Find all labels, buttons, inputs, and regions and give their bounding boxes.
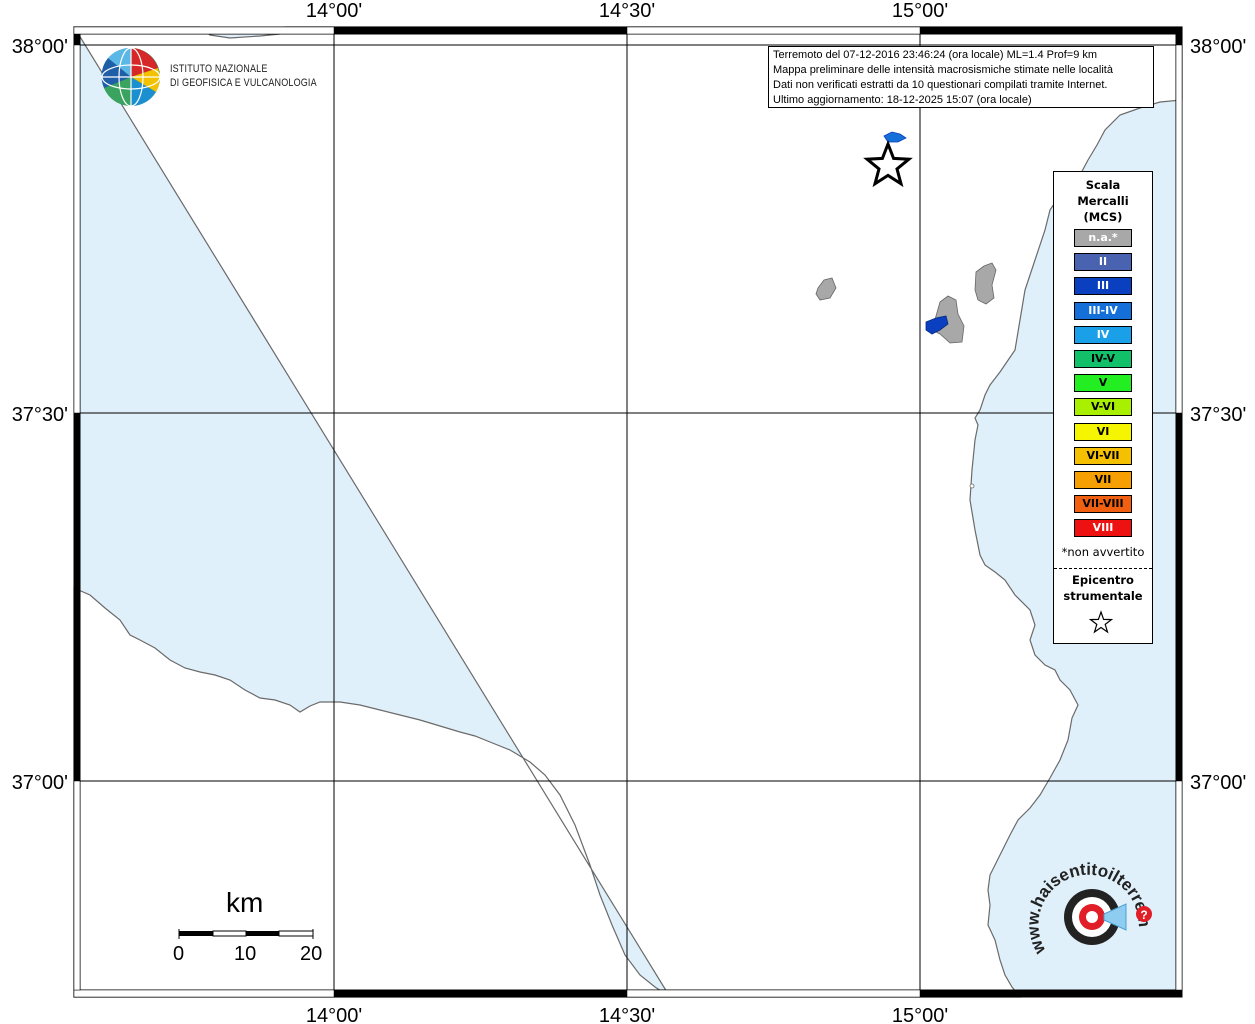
ingv-globe-icon <box>101 47 161 107</box>
scale-bar-label-20: 20 <box>300 943 323 965</box>
lat-label-left-2: 37°30' <box>12 404 68 426</box>
lat-label-right-3: 37°00' <box>1190 772 1246 794</box>
legend-swatch-vii: VII <box>1074 471 1132 489</box>
legend-swatch-iii: III <box>1074 277 1132 296</box>
svg-text:?: ? <box>1140 908 1147 922</box>
lon-label-bottom-3: 15°00' <box>892 1005 948 1024</box>
intensity-legend: Scala Mercalli (MCS) n.a.* II III III-IV IV I… <box>1053 171 1153 644</box>
legend-swatch-ivv: IV-V <box>1074 350 1132 368</box>
legend-swatch-iv: IV <box>1074 325 1132 344</box>
lat-label-left-3: 37°00' <box>12 772 68 794</box>
lat-label-right-1: 38°00' <box>1190 36 1246 58</box>
legend-swatch-vivii: VI-VII <box>1074 446 1132 465</box>
event-info-line3: Dati non verificati estratti da 10 quest… <box>773 79 1108 91</box>
lat-label-left-1: 38°00' <box>12 36 68 58</box>
lon-label-top-2: 14°30' <box>599 0 655 22</box>
lon-label-bottom-2: 14°30' <box>599 1005 655 1024</box>
scale-bar: km 0 10 20 <box>170 885 330 975</box>
legend-swatch-vvi: V-VI <box>1074 398 1132 417</box>
scale-bar-label-0: 0 <box>173 943 185 965</box>
ingv-name-line2: DI GEOFISICA E VULCANOLOGIA <box>170 77 317 89</box>
lon-label-top-1: 14°00' <box>306 0 362 22</box>
legend-swatch-vi: VI <box>1074 422 1132 441</box>
event-info-box: Terremoto del 07-12-2016 23:46:24 (ora l… <box>768 46 1154 108</box>
legend-title-line1: Scala <box>1085 178 1121 192</box>
scale-bar-label-10: 10 <box>234 943 257 965</box>
event-info-line1: Terremoto del 07-12-2016 23:46:24 (ora l… <box>773 49 1098 61</box>
legend-swatch-v: V <box>1074 374 1132 393</box>
lon-label-top-3: 15°00' <box>892 0 948 22</box>
ingv-name-line1: ISTITUTO NAZIONALE <box>170 63 268 75</box>
haisentito-logo-icon: www.haisentitoilterremoto.it ? <box>1023 847 1154 958</box>
legend-title-line3: (MCS) <box>1083 210 1123 224</box>
legend-epicenter-label: Epicentro strumentale <box>1054 572 1152 604</box>
event-info-line4: Ultimo aggiornamento: 18-12-2025 15:07 (… <box>773 94 1032 106</box>
legend-epicenter-line1: Epicentro <box>1072 573 1134 587</box>
legend-star-icon <box>1088 610 1114 634</box>
legend-note: *non avvertito <box>1061 545 1145 559</box>
islet <box>969 483 975 489</box>
lat-label-right-2: 37°30' <box>1190 404 1246 426</box>
legend-swatch-viiviii: VII-VIII <box>1074 495 1132 514</box>
legend-divider <box>1054 568 1152 569</box>
legend-title: Scala Mercalli (MCS) <box>1054 177 1152 225</box>
legend-swatch-ii: II <box>1074 253 1132 272</box>
haisentito-logo: www.haisentitoilterremoto.it ? <box>1023 847 1158 974</box>
legend-title-line2: Mercalli <box>1077 194 1129 208</box>
ingv-logo: ISTITUTO NAZIONALE DI GEOFISICA E VULCAN… <box>100 46 320 110</box>
ingv-name: ISTITUTO NAZIONALE DI GEOFISICA E VULCAN… <box>170 62 317 90</box>
scale-bar-unit: km <box>226 887 264 918</box>
legend-swatch-iiiiv: III-IV <box>1074 301 1132 320</box>
event-info-line2: Mappa preliminare delle intensità macros… <box>773 64 1113 76</box>
legend-swatch-na: n.a.* <box>1074 229 1132 247</box>
lon-label-bottom-1: 14°00' <box>306 1005 362 1024</box>
legend-epicenter-line2: strumentale <box>1063 589 1143 603</box>
legend-swatch-viii: VIII <box>1074 519 1132 538</box>
